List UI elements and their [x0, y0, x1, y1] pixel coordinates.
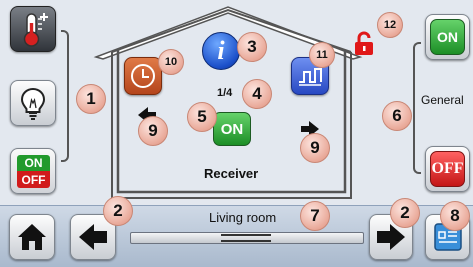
callout-7: 7: [300, 201, 330, 231]
callout-3: 3: [237, 32, 267, 62]
device-on-button[interactable]: ON: [213, 112, 251, 146]
clock-icon: [131, 64, 155, 88]
bottom-navigation-bar: 2 Living room 7 2 8: [0, 196, 473, 267]
room-scrollbar-track[interactable]: [130, 232, 364, 244]
room-name: Living room: [209, 210, 277, 225]
info-button[interactable]: i: [202, 32, 240, 70]
callout-6: 6: [382, 101, 412, 131]
channel-indicator: 1/4: [217, 87, 233, 99]
callout-2-right: 2: [390, 198, 420, 228]
callout-11: 11: [309, 42, 335, 68]
timer-button[interactable]: [124, 57, 162, 95]
general-on-button[interactable]: ON: [425, 14, 470, 60]
callout-9-right: 9: [300, 133, 330, 163]
callout-12: 12: [377, 12, 403, 38]
callout-2-left: 2: [103, 196, 133, 226]
room-scrollbar-thumb[interactable]: [221, 234, 271, 242]
device-name: Receiver: [204, 166, 259, 181]
home-button[interactable]: [9, 214, 55, 260]
lock-icon[interactable]: [351, 30, 377, 56]
general-off-button[interactable]: OFF: [425, 146, 470, 192]
right-bracket: [413, 42, 421, 174]
callout-4: 4: [242, 79, 272, 109]
main-panel: ON OFF 1 10 i 3 1/4 4 11 ON 5 9 9 Receiv…: [0, 0, 473, 205]
home-icon: [18, 224, 46, 250]
general-on-label: ON: [430, 19, 465, 55]
left-arrow-icon: [79, 224, 107, 250]
callout-8: 8: [440, 201, 470, 231]
general-off-label: OFF: [430, 151, 465, 187]
screen: ON OFF 1 10 i 3 1/4 4 11 ON 5 9 9 Receiv…: [0, 0, 473, 267]
info-icon: i: [217, 36, 225, 65]
callout-10: 10: [158, 49, 184, 75]
callout-5: 5: [187, 102, 217, 132]
callout-9-left: 9: [138, 116, 168, 146]
group-label: General: [421, 93, 464, 107]
